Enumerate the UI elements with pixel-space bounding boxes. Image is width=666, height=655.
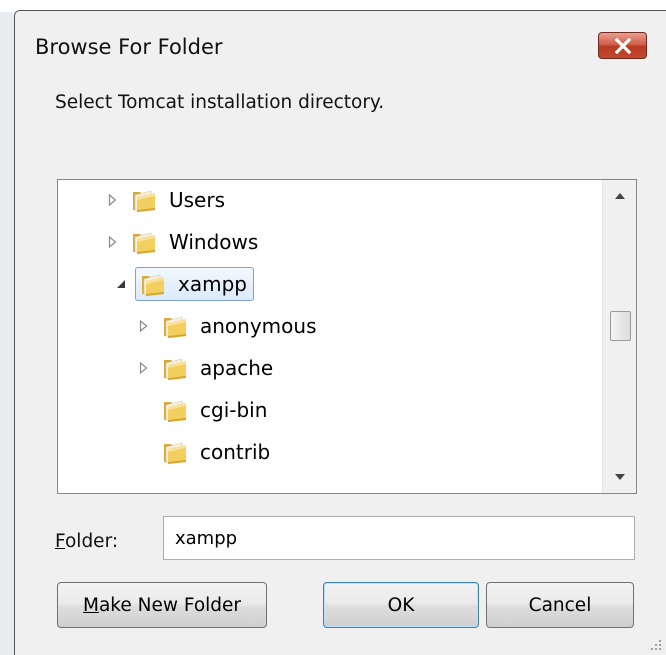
tree-item-label: contrib xyxy=(200,440,271,464)
folder-icon xyxy=(142,274,164,296)
scroll-down-icon xyxy=(614,474,625,480)
tree-item-cgi-bin[interactable]: cgi-bin xyxy=(135,390,274,430)
tree-item-users[interactable]: Users xyxy=(104,180,232,220)
folder-label: Folder: xyxy=(55,531,118,552)
cancel-label: Cancel xyxy=(528,594,592,616)
ok-label: OK xyxy=(387,594,415,616)
browse-for-folder-dialog: Browse For Folder Select Tomcat installa… xyxy=(14,10,666,655)
cancel-button[interactable]: Cancel xyxy=(486,582,634,628)
folder-input[interactable] xyxy=(163,516,635,560)
folder-icon xyxy=(164,442,186,464)
title-bar[interactable]: Browse For Folder xyxy=(15,11,666,81)
tree-item-windows[interactable]: Windows xyxy=(104,222,265,262)
folder-icon xyxy=(133,190,155,212)
tree-item-contrib[interactable]: contrib xyxy=(135,432,277,472)
scroll-up-button[interactable] xyxy=(603,180,636,212)
tree-item-apache[interactable]: apache xyxy=(135,348,280,388)
make-new-folder-button[interactable]: Make New Folder xyxy=(57,582,267,628)
tree-item-label: Windows xyxy=(169,230,259,254)
instruction-text: Select Tomcat installation directory. xyxy=(55,92,385,113)
tree-item-label: xampp xyxy=(178,272,247,296)
expand-arrow-icon[interactable] xyxy=(104,234,120,250)
tree-item-label-box: Users xyxy=(126,182,232,218)
folder-icon xyxy=(164,316,186,338)
folder-label-accelerator: F xyxy=(55,531,65,552)
close-button[interactable] xyxy=(598,32,647,59)
scroll-up-icon xyxy=(614,193,625,199)
resize-grip-icon[interactable] xyxy=(648,637,662,651)
ok-button[interactable]: OK xyxy=(323,582,479,628)
tree-item-label-box: cgi-bin xyxy=(157,392,274,428)
folder-icon xyxy=(164,358,186,380)
tree-item-label: anonymous xyxy=(200,314,317,338)
vertical-scrollbar[interactable] xyxy=(602,180,636,493)
make-new-folder-accelerator: M xyxy=(82,594,99,616)
tree-item-anonymous[interactable]: anonymous xyxy=(135,306,324,346)
tree-item-label: cgi-bin xyxy=(200,398,268,422)
tree-item-label-box: xampp xyxy=(135,267,254,301)
folder-label-text: older: xyxy=(64,531,119,552)
close-x-icon xyxy=(614,37,631,54)
tree-item-label: apache xyxy=(200,356,274,380)
folder-tree[interactable]: Users Windows xampp anonymous apache cgi-bin c… xyxy=(57,179,637,494)
scroll-down-button[interactable] xyxy=(603,461,636,493)
make-new-folder-label: ake New Folder xyxy=(98,594,242,616)
dialog-title: Browse For Folder xyxy=(35,35,223,59)
tree-item-label-box: apache xyxy=(157,350,280,386)
background-window xyxy=(0,0,14,655)
folder-icon xyxy=(164,400,186,422)
expand-arrow-icon[interactable] xyxy=(135,360,151,376)
expand-arrow-icon[interactable] xyxy=(135,318,151,334)
tree-item-label: Users xyxy=(169,188,226,212)
tree-item-xampp[interactable]: xampp xyxy=(113,264,254,304)
collapse-arrow-icon[interactable] xyxy=(113,276,129,292)
tree-item-label-box: contrib xyxy=(157,434,277,470)
folder-icon xyxy=(133,232,155,254)
tree-item-label-box: Windows xyxy=(126,224,265,260)
tree-item-label-box: anonymous xyxy=(157,308,324,344)
scroll-thumb[interactable] xyxy=(610,310,631,341)
expand-arrow-icon[interactable] xyxy=(104,192,120,208)
